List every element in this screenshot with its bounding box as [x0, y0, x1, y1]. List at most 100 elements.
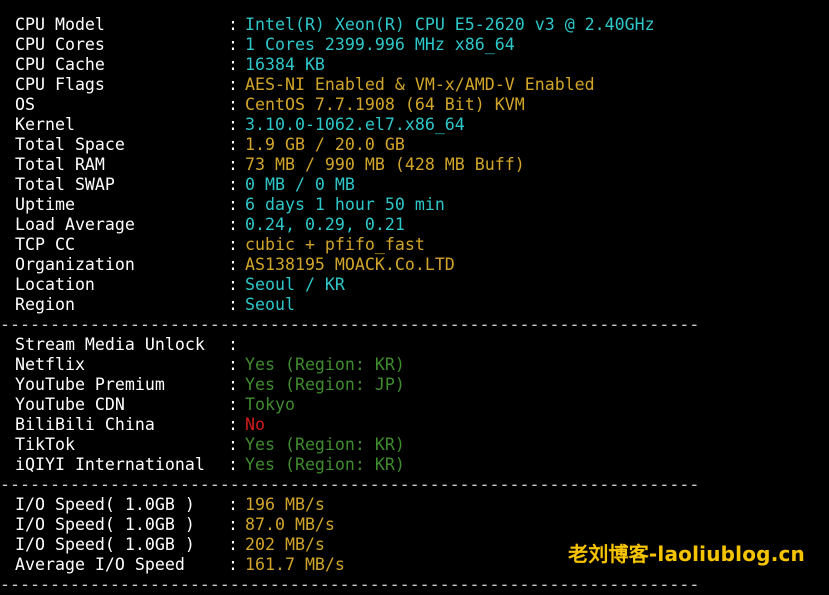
colon: :: [228, 255, 238, 274]
stream-row-label: YouTube Premium: [15, 375, 165, 394]
info-row-label: Total RAM: [15, 155, 105, 174]
colon: :: [228, 515, 238, 534]
stream-row: YouTube Premium: Yes (Region: JP): [15, 375, 829, 395]
colon: :: [228, 435, 238, 454]
stream-header-label: Stream Media Unlock: [15, 335, 205, 354]
colon: :: [228, 495, 238, 514]
colon: :: [228, 235, 238, 254]
stream-row-value: Yes (Region: JP): [245, 375, 405, 394]
info-row-label: Region: [15, 295, 75, 314]
info-row-value: Seoul: [245, 295, 295, 314]
info-row-value: 0 MB / 0 MB: [245, 175, 355, 194]
info-row-label: CPU Cores: [15, 35, 105, 54]
divider-line: ----------------------------------------…: [0, 315, 700, 334]
info-row: Load Average:0.24, 0.29, 0.21: [15, 215, 829, 235]
info-row: Region: Seoul: [15, 295, 829, 315]
colon: :: [228, 35, 238, 54]
stream-media-section: Stream Media Unlock : Netflix: Yes (Regio…: [15, 335, 829, 475]
info-row-value: 16384 KB: [245, 55, 325, 74]
colon: :: [228, 355, 238, 374]
info-row-label: CPU Flags: [15, 75, 105, 94]
colon: :: [228, 175, 238, 194]
info-row-value: 6 days 1 hour 50 min: [245, 195, 445, 214]
info-row: Organization: AS138195 MOACK.Co.LTD: [15, 255, 829, 275]
stream-row-label: TikTok: [15, 435, 75, 454]
system-info-section: CPU Model: Intel(R) Xeon(R) CPU E5-2620 v…: [15, 15, 829, 315]
info-row-label: Load Average: [15, 215, 135, 234]
stream-row-value: No: [245, 415, 265, 434]
divider-1: ----------------------------------------…: [0, 315, 829, 335]
info-row: Total SWAP:0 MB / 0 MB: [15, 175, 829, 195]
colon: :: [228, 415, 238, 434]
divider-3: ----------------------------------------…: [0, 575, 829, 595]
colon: :: [228, 335, 238, 354]
info-row: CPU Flags: AES-NI Enabled & VM-x/AMD-V En…: [15, 75, 829, 95]
info-row-label: Organization: [15, 255, 135, 274]
stream-header-row: Stream Media Unlock :: [15, 335, 829, 355]
io-row-label: I/O Speed( 1.0GB ): [15, 535, 195, 554]
info-row-label: OS: [15, 95, 35, 114]
stream-row-label: BiliBili China: [15, 415, 155, 434]
io-row-value: 196 MB/s: [245, 495, 325, 514]
colon: :: [228, 115, 238, 134]
info-row-value: Intel(R) Xeon(R) CPU E5-2620 v3 @ 2.40GH…: [245, 15, 655, 34]
stream-row: iQIYI International: Yes (Region: KR): [15, 455, 829, 475]
info-row-value: 0.24, 0.29, 0.21: [245, 215, 405, 234]
colon: :: [228, 75, 238, 94]
info-row-value: 1.9 GB / 20.0 GB: [245, 135, 405, 154]
info-row-label: Total SWAP: [15, 175, 115, 194]
stream-row-label: iQIYI International: [15, 455, 205, 474]
info-row-label: TCP CC: [15, 235, 75, 254]
info-row-value: CentOS 7.7.1908 (64 Bit) KVM: [245, 95, 525, 114]
info-row: Uptime:6 days 1 hour 50 min: [15, 195, 829, 215]
colon: :: [228, 275, 238, 294]
io-row: I/O Speed( 1.0GB ):196 MB/s: [15, 495, 829, 515]
colon: :: [228, 395, 238, 414]
colon: :: [228, 55, 238, 74]
info-row-label: Kernel: [15, 115, 75, 134]
colon: :: [228, 215, 238, 234]
divider-line: ----------------------------------------…: [0, 575, 700, 594]
divider-2: ----------------------------------------…: [0, 475, 829, 495]
io-row-label: Average I/O Speed: [15, 555, 185, 574]
io-row-label: I/O Speed( 1.0GB ): [15, 515, 195, 534]
info-row: CPU Model: Intel(R) Xeon(R) CPU E5-2620 v…: [15, 15, 829, 35]
colon: :: [228, 155, 238, 174]
info-row-label: CPU Cache: [15, 55, 105, 74]
stream-row-value: Yes (Region: KR): [245, 435, 405, 454]
stream-row: BiliBili China: No: [15, 415, 829, 435]
io-row: I/O Speed( 1.0GB ):87.0 MB/s: [15, 515, 829, 535]
stream-row: YouTube CDN: Tokyo: [15, 395, 829, 415]
stream-row-label: Netflix: [15, 355, 85, 374]
colon: :: [228, 455, 238, 474]
terminal-output: CPU Model: Intel(R) Xeon(R) CPU E5-2620 v…: [0, 15, 829, 595]
divider-line: ----------------------------------------…: [0, 475, 700, 494]
info-row-label: Total Space: [15, 135, 125, 154]
info-row: Kernel:3.10.0-1062.el7.x86_64: [15, 115, 829, 135]
io-row-value: 202 MB/s: [245, 535, 325, 554]
colon: :: [228, 15, 238, 34]
info-row-value: 73 MB / 990 MB (428 MB Buff): [245, 155, 525, 174]
info-row: CPU Cores:1 Cores 2399.996 MHz x86_64: [15, 35, 829, 55]
stream-row-value: Yes (Region: KR): [245, 355, 405, 374]
colon: :: [228, 555, 238, 574]
info-row-value: 3.10.0-1062.el7.x86_64: [245, 115, 465, 134]
info-row-value: AS138195 MOACK.Co.LTD: [245, 255, 455, 274]
colon: :: [228, 135, 238, 154]
stream-row: TikTok: Yes (Region: KR): [15, 435, 829, 455]
info-row-value: AES-NI Enabled & VM-x/AMD-V Enabled: [245, 75, 595, 94]
info-row: Location: Seoul / KR: [15, 275, 829, 295]
io-row-value: 87.0 MB/s: [245, 515, 335, 534]
stream-row: Netflix: Yes (Region: KR): [15, 355, 829, 375]
info-row-label: CPU Model: [15, 15, 105, 34]
info-row: TCP CC: cubic + pfifo_fast: [15, 235, 829, 255]
io-row-label: I/O Speed( 1.0GB ): [15, 495, 195, 514]
colon: :: [228, 295, 238, 314]
info-row: Total RAM:73 MB / 990 MB (428 MB Buff): [15, 155, 829, 175]
watermark: 老刘博客-laoliublog.cn: [568, 542, 805, 566]
info-row-label: Location: [15, 275, 95, 294]
info-row-value: Seoul / KR: [245, 275, 345, 294]
stream-row-value: Yes (Region: KR): [245, 455, 405, 474]
colon: :: [228, 375, 238, 394]
info-row: Total Space:1.9 GB / 20.0 GB: [15, 135, 829, 155]
